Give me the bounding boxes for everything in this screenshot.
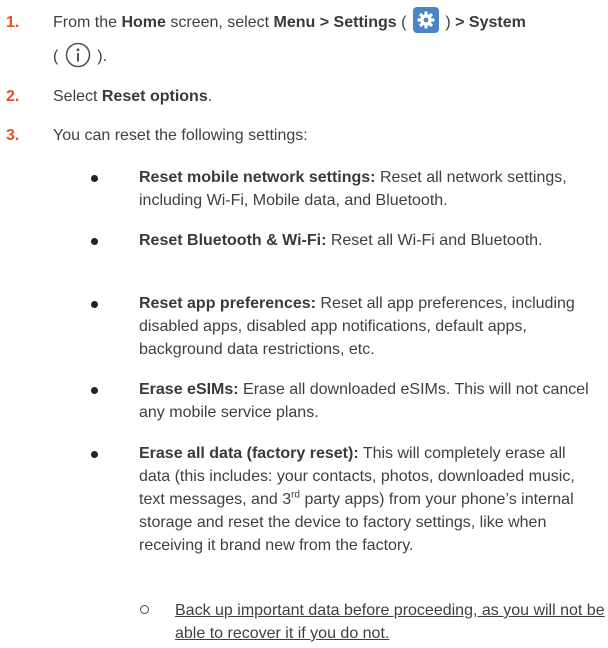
hollow-bullet-icon (140, 605, 149, 614)
bullet-icon (91, 238, 98, 245)
option-title: Reset mobile network settings: (139, 169, 376, 186)
step-number: 2. (6, 88, 20, 105)
bullet-icon (91, 175, 98, 182)
info-icon (65, 42, 91, 68)
option-title: Reset Bluetooth & Wi-Fi: (139, 232, 327, 249)
step-number: 3. (6, 127, 20, 144)
system-label: > System (455, 14, 526, 31)
reset-options-label: Reset options (101, 88, 208, 105)
superscript: rd (291, 489, 300, 501)
bullet-icon (91, 387, 98, 394)
backup-note-text: Back up important data before proceeding… (175, 602, 605, 642)
step-number: 1. (6, 14, 20, 31)
option-title: Reset app preferences: (139, 295, 316, 312)
step-1-line-2: ( ). (53, 41, 107, 73)
home-label: Home (121, 14, 166, 31)
bullet-icon (91, 301, 98, 308)
option-title: Erase all data (factory reset): (139, 445, 359, 462)
menu-settings-label: Menu > Settings (273, 14, 397, 31)
document-page: 1. From the Home screen, select Menu > S… (0, 0, 608, 648)
option-desc: Reset all Wi-Fi and Bluetooth. (326, 232, 543, 249)
step-3-text: You can reset the following settings: (53, 127, 308, 144)
bullet-icon (91, 451, 98, 458)
settings-gear-icon (412, 7, 439, 33)
option-title: Erase eSIMs: (139, 381, 239, 398)
step-1-line-1: From the Home screen, select Menu > Sett… (53, 7, 526, 39)
